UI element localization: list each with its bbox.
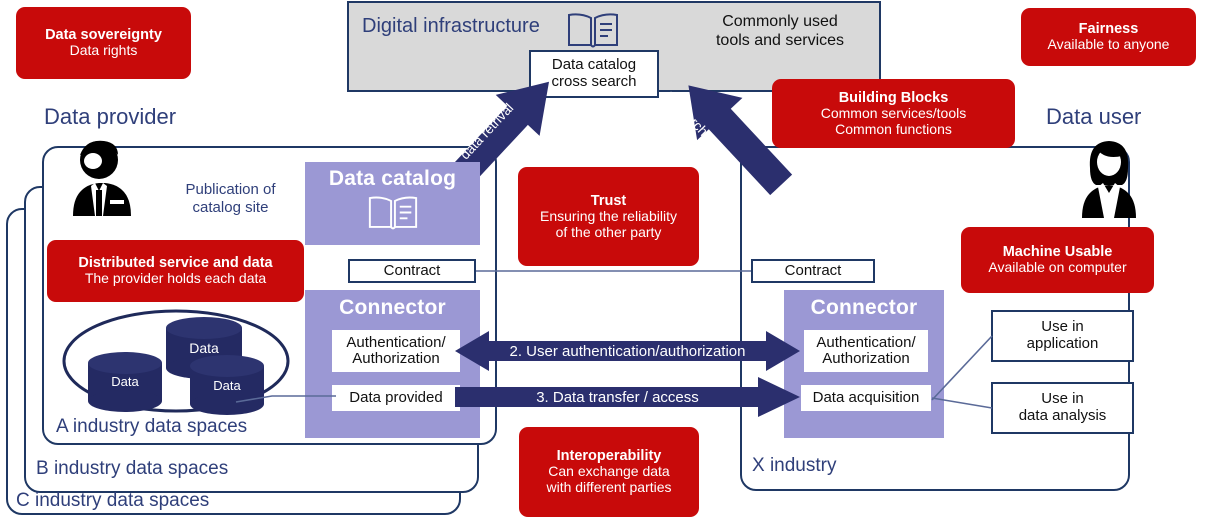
trust-subtitle-1: Ensuring the reliability: [540, 207, 677, 224]
provider-connector-title: Connector: [339, 296, 446, 319]
data-sovereignty-chip[interactable]: Data sovereignty Data rights: [16, 7, 191, 79]
trust-title: Trust: [590, 192, 627, 209]
data-provider-header: Data provider: [44, 104, 177, 129]
distributed-title: Distributed service and data: [78, 255, 273, 272]
user-authentication-flow-arrow: 2. User authentication/authorization: [455, 329, 800, 373]
distributed-service-and-data-chip[interactable]: Distributed service and data The provide…: [47, 240, 304, 302]
data-cylinder-label: Data: [111, 374, 139, 389]
diagram-canvas: A industry data spaces B industry data s…: [0, 0, 1209, 525]
use-boxes-leader-lines: [930, 330, 994, 410]
use-application-line-2: application: [1026, 335, 1099, 352]
building-blocks-subtitle-1: Common services/tools: [820, 104, 967, 121]
building-blocks-subtitle-2: Common functions: [835, 120, 952, 137]
provider-auth-line-2: Authorization: [352, 350, 440, 367]
interoperability-subtitle-1: Can exchange data: [548, 463, 670, 480]
fairness-subtitle: Available to anyone: [1047, 36, 1170, 53]
female-user-icon: [1076, 138, 1142, 218]
provider-contract-box[interactable]: Contract: [348, 259, 476, 283]
use-analysis-line-1: Use in: [1041, 390, 1084, 408]
user-connector-title: Connector: [810, 296, 918, 319]
data-cylinder-label: Data: [189, 340, 219, 356]
provider-authentication-box[interactable]: Authentication/ Authorization: [332, 330, 460, 372]
commonly-used-line-2: tools and services: [715, 32, 845, 50]
publication-of-catalog-site-note: Publication of catalog site: [163, 181, 298, 216]
publication-line-2: catalog site: [192, 198, 269, 216]
data-acquisition-box[interactable]: Data acquisition: [801, 385, 931, 411]
data-sovereignty-title: Data sovereignty: [45, 27, 162, 44]
interoperability-subtitle-2: with different parties: [546, 479, 672, 496]
interoperability-chip[interactable]: Interoperability Can exchange data with …: [519, 427, 699, 517]
machine-usable-subtitle: Available on computer: [988, 259, 1127, 276]
publication-line-1: Publication of: [185, 181, 276, 198]
use-analysis-line-2: data analysis: [1018, 407, 1107, 424]
digital-infrastructure-title: Digital infrastructure: [362, 15, 540, 37]
c-industry-data-space-label: C industry data spaces: [16, 490, 210, 511]
building-blocks-title: Building Blocks: [838, 89, 949, 106]
commonly-used-line-1: Commonly used: [722, 13, 838, 30]
provider-data-catalog-title: Data catalog: [328, 167, 457, 190]
distributed-subtitle: The provider holds each data: [84, 270, 267, 287]
fairness-title: Fairness: [1078, 21, 1139, 38]
data-sovereignty-subtitle: Data rights: [69, 42, 138, 59]
machine-usable-title: Machine Usable: [1002, 244, 1113, 261]
trust-subtitle-2: of the other party: [555, 223, 662, 240]
use-application-line-1: Use in: [1041, 318, 1084, 336]
commonly-used-tools-text: Commonly used tools and services: [690, 12, 870, 50]
a-industry-data-space-label: A industry data spaces: [56, 416, 248, 437]
provider-data-catalog-panel: Data catalog: [305, 162, 480, 245]
x-industry-label: X industry: [752, 455, 837, 476]
fairness-chip[interactable]: Fairness Available to anyone: [1021, 8, 1196, 66]
data-transfer-flow-label: 3. Data transfer / access: [536, 388, 699, 406]
open-book-icon: [305, 191, 480, 233]
machine-usable-chip[interactable]: Machine Usable Available on computer: [961, 227, 1154, 293]
trust-chip[interactable]: Trust Ensuring the reliability of the ot…: [518, 167, 699, 266]
data-user-header: Data user: [1046, 104, 1142, 129]
use-in-data-analysis-box[interactable]: Use in data analysis: [991, 382, 1134, 434]
user-authentication-box[interactable]: Authentication/ Authorization: [804, 330, 928, 372]
user-auth-line-1: Authentication/: [816, 333, 916, 351]
contract-connector-line: [476, 270, 751, 272]
use-in-application-box[interactable]: Use in application: [991, 310, 1134, 362]
male-user-icon: [66, 138, 132, 218]
user-auth-line-2: Authorization: [822, 350, 910, 367]
open-book-icon: [565, 9, 621, 51]
data-transfer-flow-arrow: 3. Data transfer / access: [455, 375, 800, 419]
user-contract-box[interactable]: Contract: [751, 259, 875, 283]
building-blocks-chip[interactable]: Building Blocks Common services/tools Co…: [772, 79, 1015, 148]
interoperability-title: Interoperability: [556, 448, 662, 465]
data-provided-leader-line: [235, 390, 336, 404]
b-industry-data-space-label: B industry data spaces: [36, 458, 229, 479]
user-authentication-flow-label: 2. User authentication/authorization: [509, 342, 746, 360]
provider-auth-line-1: Authentication/: [346, 333, 446, 351]
